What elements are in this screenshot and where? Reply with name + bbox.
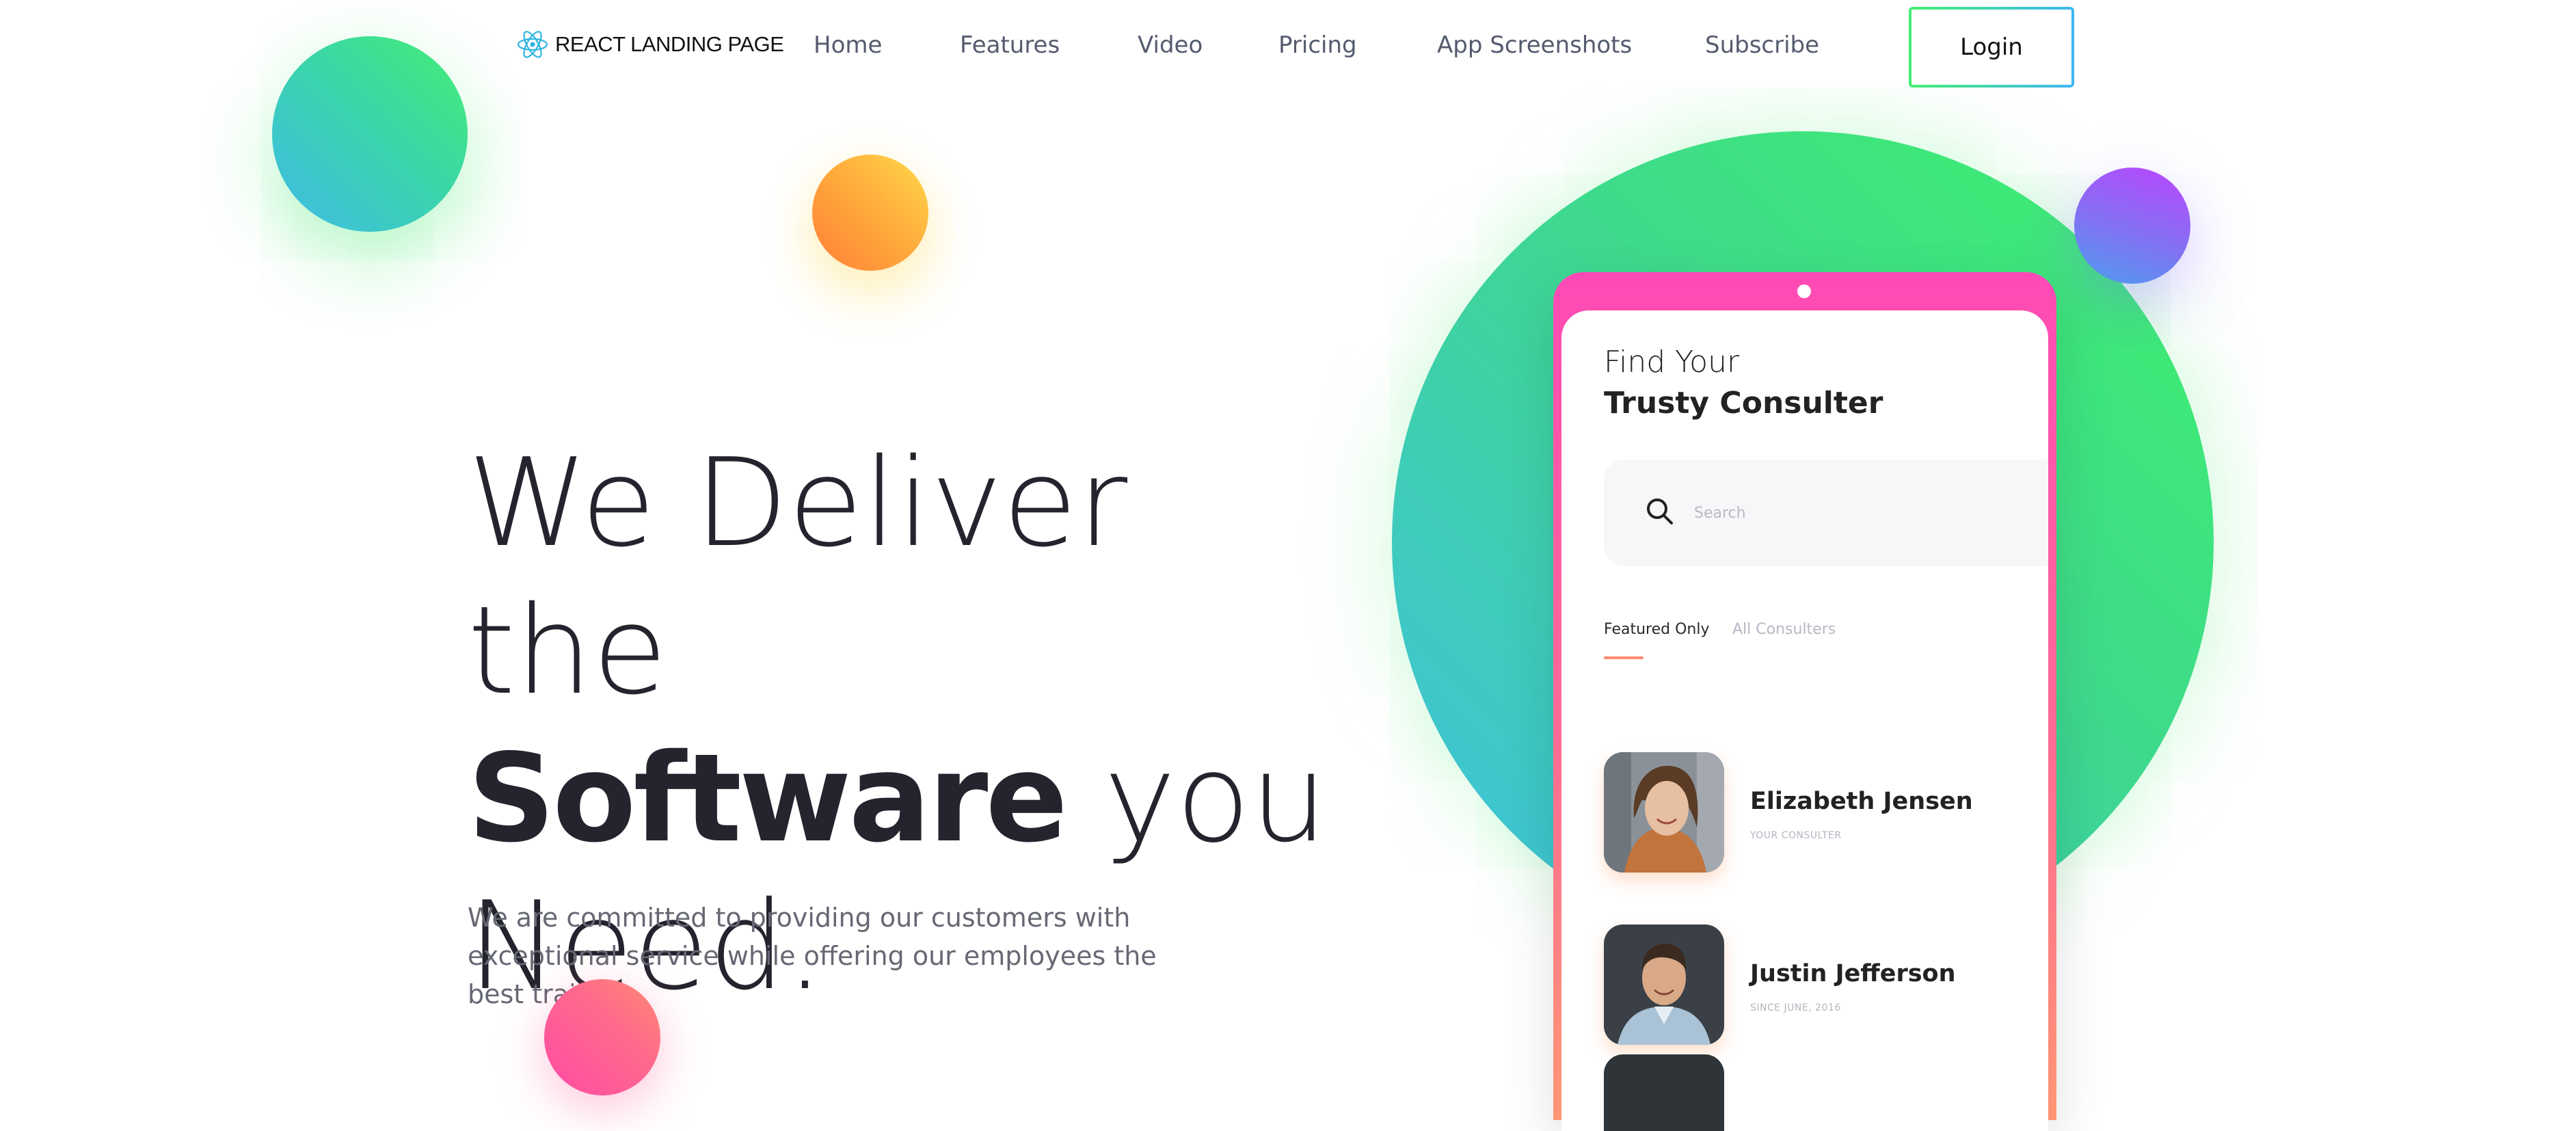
phone-camera-dot [1797, 284, 1811, 298]
nav-item-features[interactable]: Features [960, 31, 1060, 59]
avatar [1604, 924, 1724, 1045]
login-button[interactable]: Login [1909, 7, 2074, 88]
decorative-purple-circle [2074, 168, 2190, 284]
screen-title-line2: Trusty Consulter [1604, 386, 1883, 421]
hero-title-strong: Software [468, 728, 1068, 869]
screen-title-line1: Find Your [1604, 345, 1740, 380]
search-input[interactable] [1693, 503, 1969, 522]
tab-featured-only[interactable]: Featured Only [1604, 621, 1709, 638]
nav-item-video[interactable]: Video [1138, 31, 1203, 59]
decorative-pink-circle [544, 979, 660, 1095]
avatar [1604, 1054, 1724, 1131]
phone-screen: Find Your Trusty Consulter Featured Only… [1561, 310, 2048, 1131]
active-tab-indicator [1604, 656, 1643, 659]
consulter-search-box[interactable] [1604, 460, 2048, 566]
nav-item-app-screenshots[interactable]: App Screenshots [1437, 31, 1632, 59]
nav-item-pricing[interactable]: Pricing [1278, 31, 1357, 59]
avatar [1604, 752, 1724, 873]
main-nav: Home Features Video Pricing App Screensh… [0, 31, 2576, 66]
phone-mockup: Find Your Trusty Consulter Featured Only… [1553, 272, 2056, 1131]
nav-item-subscribe[interactable]: Subscribe [1705, 31, 1819, 59]
consultant-name: Elizabeth Jensen [1750, 788, 1973, 815]
nav-item-home[interactable]: Home [814, 31, 882, 59]
search-icon [1604, 495, 1676, 531]
consultant-name: Justin Jefferson [1750, 960, 1956, 987]
decorative-orange-circle [812, 155, 928, 271]
hero-title-line1: We Deliver the [468, 432, 1128, 721]
tab-all-consulters[interactable]: All Consulters [1732, 621, 1836, 638]
hero-title-line2-rest: you [1065, 728, 1328, 869]
consultant-subtitle: YOUR CONSULTER [1750, 830, 1842, 841]
consultant-subtitle: SINCE JUNE, 2016 [1750, 1002, 1841, 1013]
